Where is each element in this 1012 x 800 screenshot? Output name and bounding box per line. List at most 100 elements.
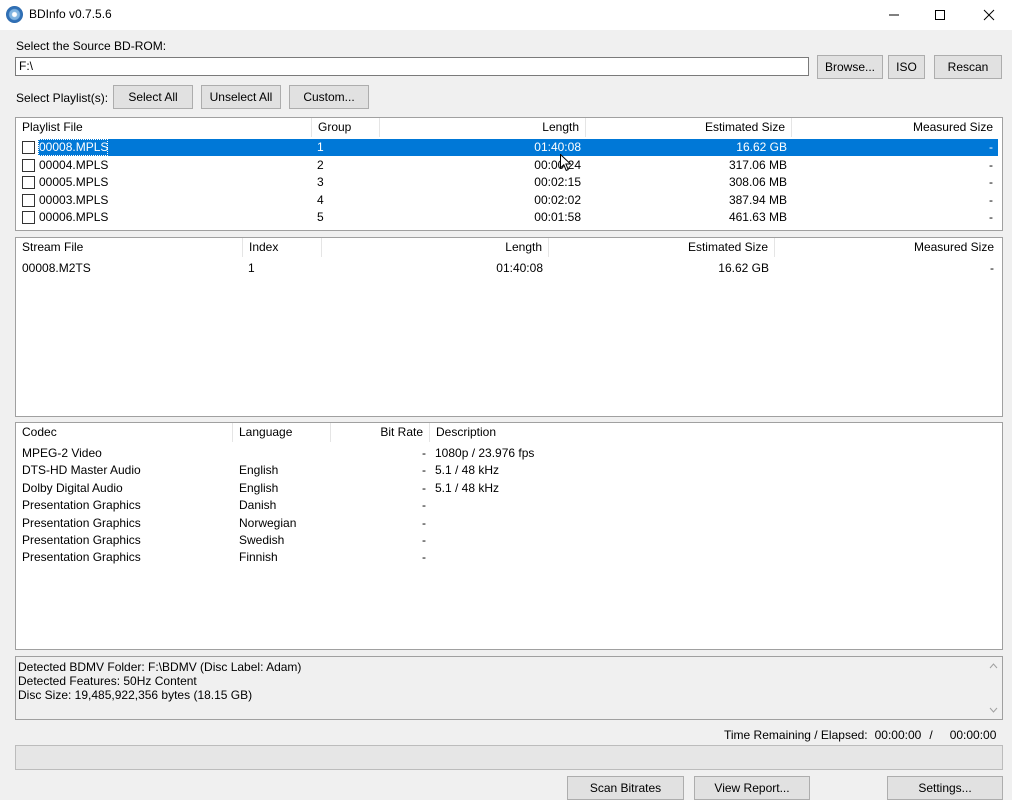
stream-file: 00008.M2TS — [22, 261, 91, 275]
log-textbox[interactable]: Detected BDMV Folder: F:\BDMV (Disc Labe… — [15, 656, 1003, 720]
time-elapsed: 00:00:00 — [949, 728, 997, 742]
log-line: Detected Features: 50Hz Content — [18, 674, 197, 688]
col-length[interactable]: Length — [380, 118, 586, 137]
playlist-length: 00:00:24 — [534, 157, 581, 172]
playlist-estimated-size: 461.63 MB — [728, 210, 787, 224]
playlist-length: 00:02:02 — [534, 192, 581, 207]
playlist-measured-size: - — [989, 175, 993, 189]
stream-row[interactable]: 00008.M2TS 1 01:40:08 16.62 GB - — [16, 260, 1002, 277]
codec-row[interactable]: Dolby Digital Audio English -5.1 / 48 kHz — [16, 480, 1002, 497]
window-title: BDInfo v0.7.5.6 — [29, 7, 112, 21]
source-label: Select the Source BD-ROM: — [16, 39, 167, 53]
stream-length: 01:40:08 — [496, 261, 543, 275]
time-status: Time Remaining / Elapsed: 00:00:00 / 00:… — [724, 728, 996, 742]
playlist-group: 4 — [317, 192, 324, 207]
col-index[interactable]: Index — [243, 238, 322, 257]
codec-name: Presentation Graphics — [22, 515, 141, 530]
scroll-arrows-icon — [989, 663, 998, 713]
playlist-checkbox[interactable] — [22, 211, 35, 224]
source-path-input[interactable]: F:\ — [15, 57, 809, 76]
codec-row[interactable]: MPEG-2 Video -1080p / 23.976 fps — [16, 445, 1002, 462]
stream-index: 1 — [248, 261, 255, 275]
codec-description — [435, 497, 735, 514]
playlist-row[interactable]: 00006.MPLS 5 00:01:58 461.63 MB - — [16, 209, 1002, 226]
col-group[interactable]: Group — [312, 118, 380, 137]
playlist-length: 00:02:15 — [534, 175, 581, 189]
codec-row[interactable]: Presentation Graphics Danish - — [16, 497, 1002, 514]
settings-button[interactable]: Settings... — [887, 776, 1003, 800]
playlist-measured-size: - — [989, 210, 993, 224]
stream-measured-size: - — [990, 261, 994, 275]
codec-description: 5.1 / 48 kHz — [435, 463, 500, 478]
title-bar — [0, 0, 1012, 30]
playlist-row[interactable]: 00003.MPLS 4 00:02:02 387.94 MB - — [16, 192, 1002, 209]
col-codec[interactable]: Codec — [16, 423, 233, 442]
col-bit-rate[interactable]: Bit Rate — [331, 423, 430, 442]
codec-row[interactable]: DTS-HD Master Audio English -5.1 / 48 kHz — [16, 462, 1002, 479]
codec-name: MPEG-2 Video — [22, 446, 102, 460]
codec-bitrate: - — [422, 533, 426, 547]
playlist-file: 00006.MPLS — [39, 210, 108, 224]
col-estimated-size[interactable]: Estimated Size — [586, 118, 792, 137]
playlist-checkbox[interactable] — [22, 141, 35, 154]
playlist-row[interactable]: 00004.MPLS 2 00:00:24 317.06 MB - — [16, 157, 1002, 174]
playlist-checkbox[interactable] — [22, 176, 35, 189]
rescan-button[interactable]: Rescan — [934, 55, 1002, 79]
codec-description — [435, 515, 735, 532]
view-report-button[interactable]: View Report... — [694, 776, 810, 800]
custom-button[interactable]: Custom... — [289, 85, 369, 109]
col-stream-measured-size[interactable]: Measured Size — [775, 238, 1000, 257]
minimize-button[interactable] — [871, 0, 917, 30]
log-line: Disc Size: 19,485,922,356 bytes (18.15 G… — [18, 688, 253, 702]
close-button[interactable] — [966, 0, 1012, 30]
stream-table: Stream File Index Length Estimated Size … — [15, 237, 1003, 417]
playlist-row[interactable]: 00005.MPLS 3 00:02:15 308.06 MB - — [16, 174, 1002, 191]
iso-button[interactable]: ISO — [888, 55, 925, 79]
codec-row[interactable]: Presentation Graphics Finnish - — [16, 549, 1002, 566]
col-stream-estimated-size[interactable]: Estimated Size — [549, 238, 775, 257]
codec-bitrate: - — [422, 480, 426, 495]
playlist-estimated-size: 317.06 MB — [728, 157, 787, 172]
playlist-estimated-size: 16.62 GB — [736, 140, 787, 154]
playlist-measured-size: - — [989, 157, 993, 172]
scan-bitrates-button[interactable]: Scan Bitrates — [567, 776, 684, 800]
col-description[interactable]: Description — [430, 423, 730, 442]
log-scrollbar[interactable] — [985, 657, 1002, 719]
codec-bitrate: - — [422, 550, 426, 565]
playlist-group: 5 — [317, 210, 324, 224]
codec-bitrate: - — [422, 463, 426, 478]
codec-bitrate: - — [422, 446, 426, 460]
bluray-disc-icon — [6, 6, 23, 23]
codec-language — [239, 445, 329, 462]
codec-description: 5.1 / 48 kHz — [435, 480, 500, 495]
codec-bitrate: - — [422, 498, 426, 513]
col-stream-length[interactable]: Length — [322, 238, 549, 257]
playlist-checkbox[interactable] — [22, 193, 35, 207]
maximize-icon — [935, 10, 945, 20]
playlist-row[interactable]: 00008.MPLS 1 01:40:08 16.62 GB - — [16, 139, 1002, 156]
unselect-all-button[interactable]: Unselect All — [201, 85, 281, 109]
maximize-button[interactable] — [917, 0, 963, 30]
time-remaining: 00:00:00 — [874, 728, 922, 742]
playlist-group: 3 — [317, 175, 324, 189]
select-all-button[interactable]: Select All — [113, 85, 193, 109]
codec-row[interactable]: Presentation Graphics Swedish - — [16, 532, 1002, 549]
col-playlist-file[interactable]: Playlist File — [16, 118, 312, 137]
codec-language: Danish — [239, 498, 277, 513]
minimize-icon — [889, 14, 899, 16]
scan-progress-bar — [15, 745, 1003, 770]
codec-language: Finnish — [239, 550, 278, 565]
browse-button[interactable]: Browse... — [817, 55, 883, 79]
time-separator: / — [929, 728, 933, 742]
playlist-length: 00:01:58 — [534, 210, 581, 224]
codec-language: English — [239, 480, 279, 495]
codec-name: Presentation Graphics — [22, 550, 141, 565]
playlist-file: 00005.MPLS — [39, 175, 108, 189]
codec-row[interactable]: Presentation Graphics Norwegian - — [16, 515, 1002, 532]
codec-language: Norwegian — [239, 515, 297, 530]
playlist-checkbox[interactable] — [22, 158, 35, 172]
col-measured-size[interactable]: Measured Size — [792, 118, 999, 137]
col-stream-file[interactable]: Stream File — [16, 238, 243, 257]
mouse-cursor-icon — [560, 154, 572, 172]
col-language[interactable]: Language — [233, 423, 331, 442]
